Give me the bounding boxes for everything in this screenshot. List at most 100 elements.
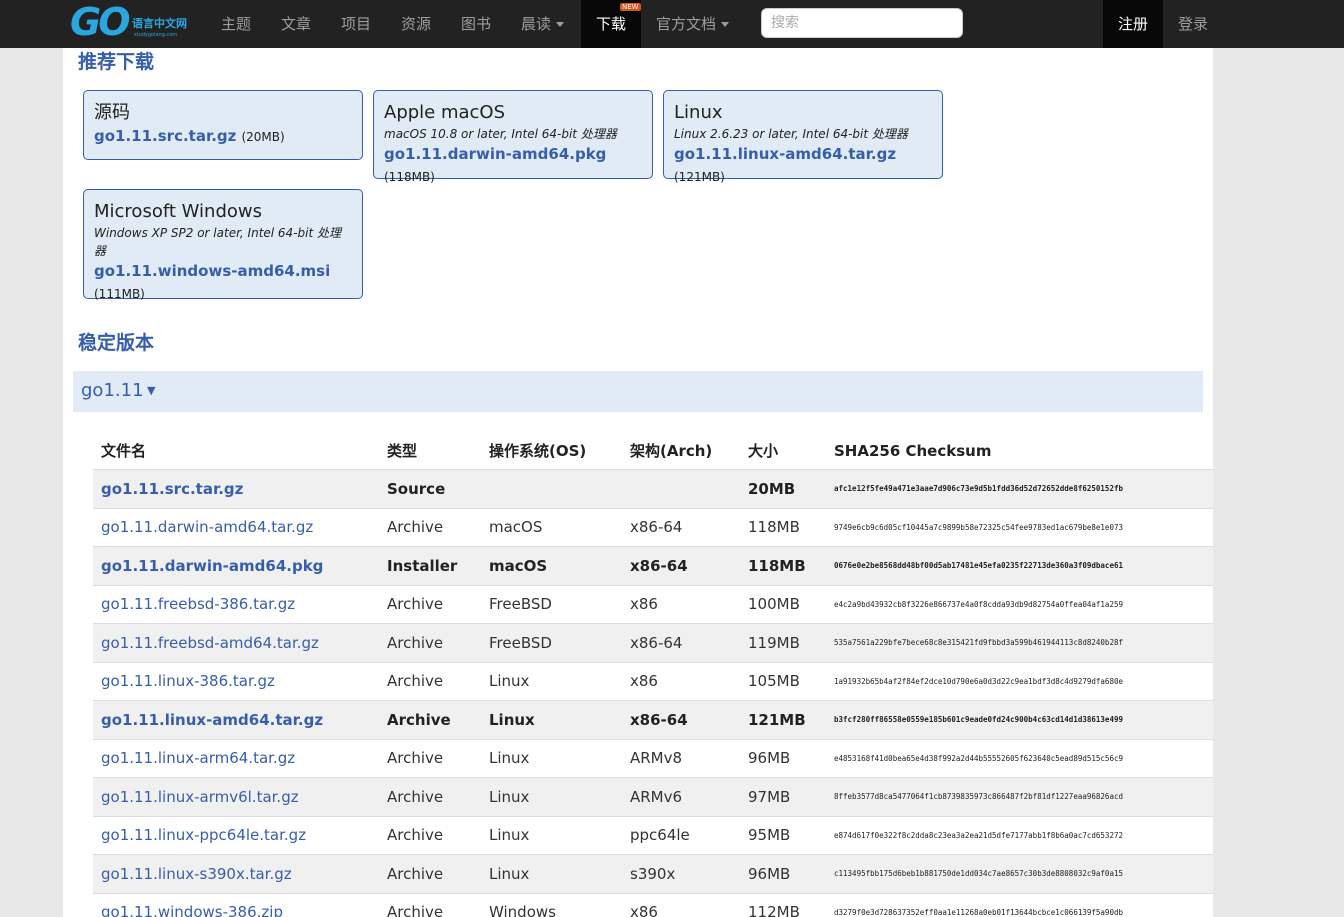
download-card-source[interactable]: 源码 go1.11.src.tar.gz (20MB): [83, 90, 363, 160]
site-logo[interactable]: GO 语言中文网 studygolang.com: [70, 0, 200, 44]
os-cell: Linux: [489, 701, 535, 739]
card-file-link[interactable]: go1.11.windows-amd64.msi: [94, 262, 330, 280]
nav-topics[interactable]: 主题: [221, 0, 251, 48]
os-cell-text: Linux: [489, 672, 530, 691]
checksum-cell-text: e4853168f41d0bea65e4d38f992a2d44b5555260…: [834, 753, 1123, 763]
size-cell: 105MB: [748, 663, 800, 701]
table-row: go1.11.linux-ppc64le.tar.gz Archive Linux p…: [93, 817, 1213, 855]
table-row: go1.11.linux-arm64.tar.gz Archive Linux ARM…: [93, 740, 1213, 778]
checksum-cell: 9749e6cb9c6d05cf10445a7c9899b58e72325c54…: [834, 509, 1123, 547]
file-link[interactable]: go1.11.freebsd-386.tar.gz: [101, 586, 295, 624]
file-link-text[interactable]: go1.11.freebsd-amd64.tar.gz: [101, 634, 319, 652]
file-link[interactable]: go1.11.freebsd-amd64.tar.gz: [101, 624, 319, 662]
card-file-link[interactable]: go1.11.src.tar.gz: [94, 127, 236, 145]
checksum-cell: 535a7561a229bfe7bece68c8e315421fd9fbbd3a…: [834, 624, 1123, 662]
checksum-cell-text: 0676e0e2be8568dd48bf00d5ab17481e45efa023…: [834, 561, 1123, 571]
nav-articles[interactable]: 文章: [281, 0, 311, 48]
col-arch: 架构(Arch): [630, 442, 713, 460]
download-card-linux[interactable]: Linux Linux 2.6.23 or later, Intel 64-bi…: [663, 90, 943, 184]
file-link-text[interactable]: go1.11.darwin-amd64.tar.gz: [101, 518, 313, 536]
file-link-text[interactable]: go1.11.freebsd-386.tar.gz: [101, 595, 295, 613]
file-link-text[interactable]: go1.11.linux-arm64.tar.gz: [101, 749, 295, 767]
card-file-link[interactable]: go1.11.linux-amd64.tar.gz: [674, 145, 896, 163]
nav-resources[interactable]: 资源: [401, 0, 431, 48]
nav-morning-read[interactable]: 晨读: [521, 0, 565, 48]
table-row: go1.11.src.tar.gz Source 20MB afc1e12f5fe49…: [93, 470, 1213, 509]
checksum-cell: 8ffeb3577d8ca5477064f1cb8739835973c86648…: [834, 778, 1123, 816]
checksum-cell: e4c2a9bd43932cb8f3226e866737e4a0f8cdda93…: [834, 586, 1123, 624]
chevron-down-icon: [556, 22, 565, 27]
checksum-cell: 1a91932b65b4af2f84ef2dce10d790e6a0d3d22c…: [834, 663, 1123, 701]
file-link-text[interactable]: go1.11.linux-amd64.tar.gz: [101, 711, 323, 729]
os-cell-text: Linux: [489, 787, 530, 806]
arch-cell-text: x86: [630, 672, 658, 691]
card-size: (121MB): [674, 170, 725, 184]
os-cell: macOS: [489, 547, 547, 585]
file-link[interactable]: go1.11.linux-amd64.tar.gz: [101, 701, 323, 739]
size-cell-text: 95MB: [748, 826, 791, 845]
size-cell-text: 96MB: [748, 864, 791, 883]
arch-cell-text: x86: [630, 595, 658, 614]
table-row: go1.11.freebsd-386.tar.gz Archive FreeBSD x…: [93, 586, 1213, 624]
register-link[interactable]: 注册: [1103, 0, 1163, 48]
kind-cell: Source: [387, 470, 445, 508]
file-link[interactable]: go1.11.linux-arm64.tar.gz: [101, 740, 295, 778]
file-link[interactable]: go1.11.linux-ppc64le.tar.gz: [101, 817, 306, 855]
os-cell-text: macOS: [489, 556, 548, 575]
size-cell: 112MB: [748, 894, 800, 917]
file-link[interactable]: go1.11.darwin-amd64.pkg: [101, 547, 323, 585]
file-link-text[interactable]: go1.11.windows-386.zip: [101, 903, 283, 917]
nav-download[interactable]: 下载 NEW: [581, 0, 641, 48]
search-input[interactable]: 搜索: [761, 8, 963, 38]
size-cell-text: 121MB: [748, 710, 806, 729]
file-link[interactable]: go1.11.linux-armv6l.tar.gz: [101, 778, 299, 816]
file-link[interactable]: go1.11.windows-386.zip: [101, 894, 283, 917]
kind-cell: Archive: [387, 778, 443, 816]
arch-cell-text: ARMv6: [630, 787, 683, 806]
file-link[interactable]: go1.11.src.tar.gz: [101, 470, 243, 508]
nav-official-docs[interactable]: 官方文档: [656, 0, 730, 48]
version-toggle[interactable]: go1.11 ▼: [73, 371, 1203, 412]
nav-books[interactable]: 图书: [461, 0, 491, 48]
table-row: go1.11.windows-386.zip Archive Windows x86 1…: [93, 894, 1213, 917]
nav-morning-read-label: 晨读: [521, 15, 552, 33]
os-cell: Linux: [489, 855, 529, 893]
file-link[interactable]: go1.11.darwin-amd64.tar.gz: [101, 509, 313, 547]
file-link[interactable]: go1.11.linux-386.tar.gz: [101, 663, 275, 701]
recommended-title: 推荐下载: [78, 51, 155, 73]
card-subtitle: Linux 2.6.23 or later, Intel 64-bit 处理器: [674, 127, 908, 141]
card-file-link[interactable]: go1.11.darwin-amd64.pkg: [384, 145, 606, 163]
file-link-text[interactable]: go1.11.src.tar.gz: [101, 480, 243, 498]
file-link-text[interactable]: go1.11.linux-386.tar.gz: [101, 672, 275, 690]
arch-cell-text: ARMv8: [630, 749, 683, 768]
kind-cell: Archive: [387, 663, 443, 701]
file-link-text[interactable]: go1.11.darwin-amd64.pkg: [101, 557, 323, 575]
os-cell-text: Linux: [489, 826, 530, 845]
os-cell-text: Linux: [489, 864, 530, 883]
file-link-text[interactable]: go1.11.linux-s390x.tar.gz: [101, 865, 292, 883]
card-title: 源码: [94, 102, 130, 123]
card-size: (111MB): [94, 287, 145, 301]
size-cell-text: 20MB: [748, 479, 796, 498]
nav-projects[interactable]: 项目: [341, 0, 371, 48]
file-link[interactable]: go1.11.linux-s390x.tar.gz: [101, 855, 292, 893]
arch-cell: ARMv6: [630, 778, 682, 816]
os-cell: Linux: [489, 663, 529, 701]
download-card-windows[interactable]: Microsoft Windows Windows XP SP2 or late…: [83, 189, 363, 301]
os-cell: Linux: [489, 778, 529, 816]
login-link[interactable]: 登录: [1178, 0, 1208, 48]
file-link-text[interactable]: go1.11.linux-armv6l.tar.gz: [101, 788, 299, 806]
download-card-macos[interactable]: Apple macOS macOS 10.8 or later, Intel 6…: [373, 90, 653, 184]
os-cell: Linux: [489, 817, 529, 855]
card-title: Microsoft Windows: [94, 201, 262, 222]
checksum-cell-text: e874d617f0e322f8c2dda8c23ea3a2ea21d5dfe7…: [834, 830, 1123, 840]
nav-download-label: 下载: [595, 15, 626, 33]
arch-cell: ppc64le: [630, 817, 690, 855]
size-cell: 118MB: [748, 509, 800, 547]
table-row: go1.11.linux-386.tar.gz Archive Linux x86 10…: [93, 663, 1213, 701]
logo-go-text: GO: [70, 0, 130, 44]
checksum-cell: afc1e12f5fe49a471e3aae7d906c73e9d5b1fdd3…: [834, 470, 1123, 508]
kind-cell-text: Installer: [387, 556, 458, 575]
size-cell: 100MB: [748, 586, 800, 624]
file-link-text[interactable]: go1.11.linux-ppc64le.tar.gz: [101, 826, 306, 844]
